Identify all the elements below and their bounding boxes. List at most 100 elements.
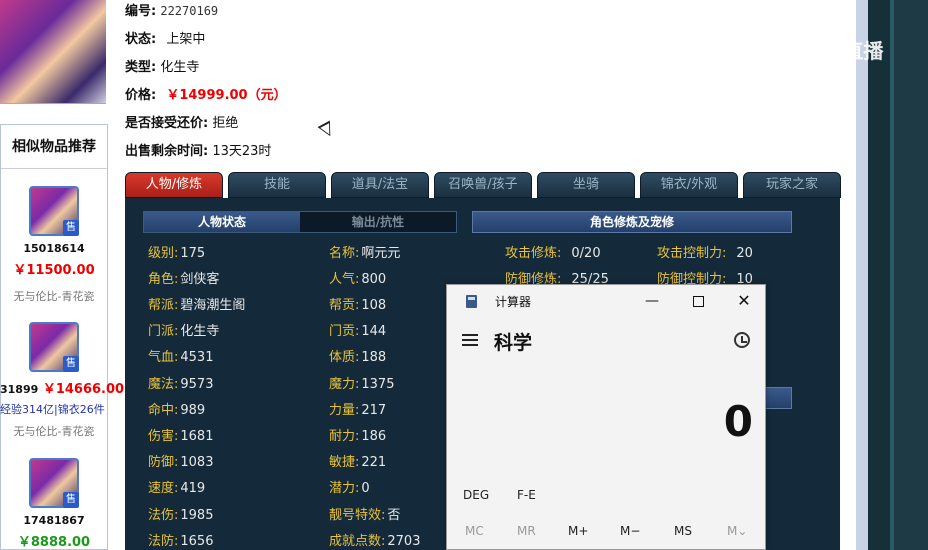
stat-label: 速度: bbox=[148, 481, 179, 496]
similar-item-avatar[interactable]: 售 bbox=[29, 458, 79, 508]
scroll-gutter bbox=[856, 0, 868, 550]
stat-magic-defense: 法防: 1656 bbox=[148, 530, 213, 549]
stat-strength: 力量: 217 bbox=[329, 399, 386, 418]
stat-popularity: 人气: 800 bbox=[329, 268, 386, 287]
stat-achievement: 成就点数: 2703 bbox=[329, 530, 420, 549]
stat-label: 帮派: bbox=[148, 298, 179, 313]
stat-damage: 伤害: 1681 bbox=[148, 425, 213, 444]
stat-label: 人气: bbox=[329, 272, 360, 287]
similar-item[interactable]: 售 31899 ￥14666.00 经验314亿|锦衣26件 无与伦比-青花瓷 bbox=[0, 322, 124, 439]
history-icon[interactable] bbox=[734, 332, 750, 348]
stat-label: 耐力: bbox=[329, 429, 360, 444]
detail-tabs: 人物/修炼 技能 道具/法宝 召唤兽/孩子 坐骑 锦衣/外观 玩家之家 bbox=[125, 172, 846, 198]
exp-info: 经验314亿 bbox=[0, 403, 54, 416]
stat-school-contrib: 门贡: 144 bbox=[329, 320, 386, 339]
stat-value: 4531 bbox=[180, 350, 214, 365]
similar-item[interactable]: 售 15018614 ￥11500.00 无与伦比-青花瓷 bbox=[0, 186, 108, 304]
stat-value: 217 bbox=[361, 403, 387, 418]
memory-list-button[interactable]: M⌄ bbox=[727, 524, 747, 538]
calculator-window[interactable]: 计算器 — ✕ 科学 0 DEG F-E MC MR M+ M− MS M⌄ bbox=[446, 284, 766, 550]
tab-costumes[interactable]: 锦衣/外观 bbox=[640, 172, 738, 198]
calculator-title: 计算器 bbox=[495, 295, 532, 309]
stat-label: 攻击修炼: bbox=[505, 246, 562, 261]
close-button[interactable]: ✕ bbox=[733, 291, 755, 311]
stat-role: 角色: 剑侠客 bbox=[148, 268, 219, 287]
memory-recall-button[interactable]: MR bbox=[517, 524, 536, 538]
stat-label: 靓号特效: bbox=[329, 508, 386, 523]
stat-value: 1656 bbox=[180, 534, 214, 549]
price-value: ￥14999.00（元） bbox=[166, 88, 287, 103]
stat-value: 221 bbox=[361, 455, 387, 470]
right-background bbox=[856, 0, 928, 550]
fe-button[interactable]: F-E bbox=[517, 488, 536, 502]
stat-value: 1375 bbox=[361, 377, 395, 392]
item-id-value: 22270169 bbox=[160, 4, 219, 18]
background-stripe bbox=[890, 0, 894, 550]
stat-value: 0 bbox=[361, 481, 370, 496]
tab-character[interactable]: 人物/修炼 bbox=[125, 172, 223, 198]
similar-item[interactable]: 售 17481867 ￥8888.00 bbox=[0, 458, 108, 550]
stat-potential: 潜力: 0 bbox=[329, 477, 370, 496]
similar-item-id-price: 31899 ￥14666.00 bbox=[0, 378, 124, 397]
stat-defense: 防御: 1083 bbox=[148, 451, 213, 470]
bargain-label: 是否接受还价: bbox=[125, 116, 209, 131]
stat-value: 0/20 bbox=[571, 246, 601, 261]
tab-pets[interactable]: 召唤兽/孩子 bbox=[434, 172, 532, 198]
subtab-status[interactable]: 人物状态 bbox=[144, 212, 300, 232]
deg-button[interactable]: DEG bbox=[463, 488, 489, 502]
stat-value: 800 bbox=[361, 272, 387, 287]
similar-item-id: 15018614 bbox=[23, 242, 85, 255]
stat-label: 敏捷: bbox=[329, 455, 360, 470]
type-value: 化生寺 bbox=[160, 60, 200, 75]
stat-label: 伤害: bbox=[148, 429, 179, 444]
sell-badge: 售 bbox=[63, 220, 79, 236]
item-id-label: 编号: bbox=[125, 4, 157, 19]
similar-item-avatar[interactable]: 售 bbox=[29, 322, 79, 372]
stat-special-id: 靓号特效: 否 bbox=[329, 504, 400, 523]
cultivation-header: 角色修炼及宠修 bbox=[472, 211, 792, 233]
costume-info: 锦衣26件 bbox=[57, 403, 105, 416]
price-row: 价格: ￥14999.00（元） bbox=[125, 84, 287, 103]
stat-hp: 气血: 4531 bbox=[148, 346, 213, 365]
subtab-output-resist[interactable]: 输出/抗性 bbox=[300, 212, 456, 232]
memory-add-button[interactable]: M+ bbox=[568, 524, 588, 538]
memory-subtract-button[interactable]: M− bbox=[620, 524, 640, 538]
memory-store-button[interactable]: MS bbox=[674, 524, 692, 538]
stat-label: 魔力: bbox=[329, 377, 360, 392]
status-row: 状态: 上架中 bbox=[125, 28, 205, 47]
stat-label: 角色: bbox=[148, 272, 179, 287]
background-stripe bbox=[868, 0, 890, 550]
bargain-row: 是否接受还价: 拒绝 bbox=[125, 112, 238, 131]
similar-item-avatar[interactable]: 售 bbox=[29, 186, 79, 236]
similar-item-extra: 经验314亿|锦衣26件 bbox=[0, 401, 108, 417]
tab-skills[interactable]: 技能 bbox=[228, 172, 326, 198]
sell-badge: 售 bbox=[63, 356, 79, 372]
stat-value: 啊元元 bbox=[361, 246, 401, 261]
stat-constitution: 体质: 188 bbox=[329, 346, 386, 365]
stat-label: 成就点数: bbox=[329, 534, 386, 549]
stat-value: 9573 bbox=[180, 377, 214, 392]
tab-mounts[interactable]: 坐骑 bbox=[537, 172, 635, 198]
maximize-button[interactable] bbox=[687, 291, 709, 311]
similar-items-title: 相似物品推荐 bbox=[1, 125, 107, 169]
stat-value: 剑侠客 bbox=[180, 272, 220, 287]
stat-value: 175 bbox=[180, 246, 206, 261]
tab-home[interactable]: 玩家之家 bbox=[743, 172, 841, 198]
minimize-button[interactable]: — bbox=[641, 291, 663, 311]
calculator-titlebar[interactable]: 计算器 — ✕ bbox=[447, 285, 765, 317]
tab-items[interactable]: 道具/法宝 bbox=[331, 172, 429, 198]
stat-label: 攻击控制力: bbox=[657, 246, 727, 261]
sell-badge: 售 bbox=[63, 492, 79, 508]
stat-label: 门贡: bbox=[329, 324, 360, 339]
status-subtabs: 人物状态 输出/抗性 bbox=[143, 211, 457, 233]
memory-clear-button[interactable]: MC bbox=[465, 524, 484, 538]
menu-icon[interactable] bbox=[462, 334, 478, 346]
stat-label: 名称: bbox=[329, 246, 360, 261]
item-id-row: 编号: 22270169 bbox=[125, 0, 218, 19]
stat-school: 门派: 化生寺 bbox=[148, 320, 219, 339]
stat-label: 级别: bbox=[148, 246, 179, 261]
price-label: 价格: bbox=[125, 88, 157, 103]
stat-magic-power: 魔力: 1375 bbox=[329, 373, 394, 392]
stat-value: 108 bbox=[361, 298, 387, 313]
stat-label: 魔法: bbox=[148, 377, 179, 392]
